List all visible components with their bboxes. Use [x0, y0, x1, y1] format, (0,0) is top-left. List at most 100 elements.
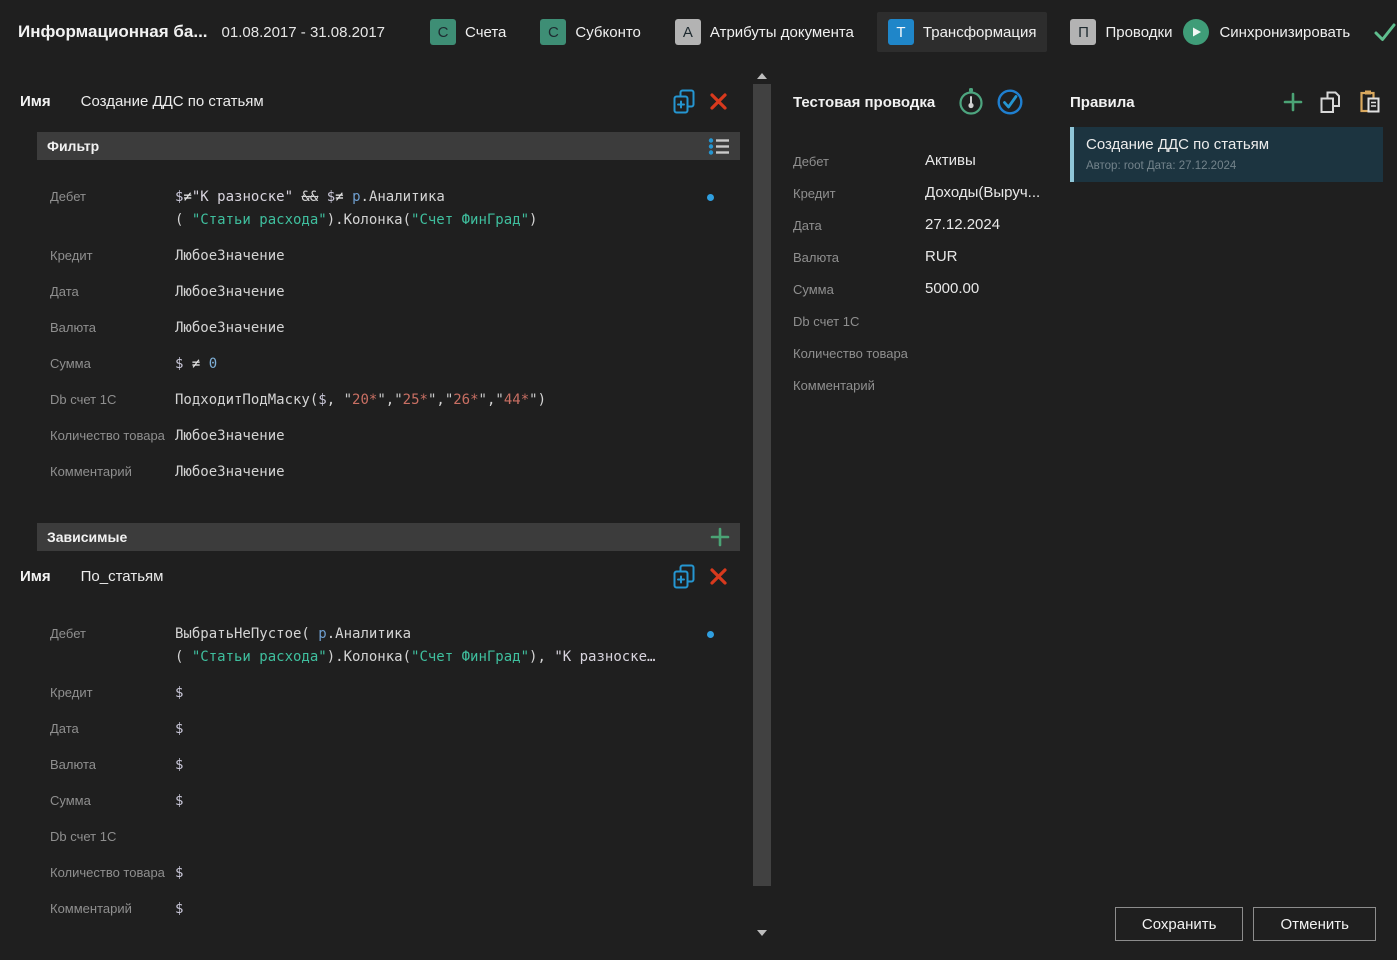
scrollbar-thumb[interactable] [753, 84, 771, 886]
rule-name-row: Имя Создание ДДС по статьям [20, 88, 728, 114]
field-дата: Дата $ [50, 712, 726, 748]
rule-item-title: Создание ДДС по статьям [1086, 136, 1371, 153]
tab-трансформация[interactable]: Т Трансформация [877, 12, 1048, 52]
field-value-input[interactable]: ЛюбоеЗначение [175, 281, 285, 304]
test-field-сумма: Сумма 5000.00 [793, 276, 1397, 308]
field-label: Db счет 1С [793, 312, 925, 329]
duplicate-rule-button[interactable] [672, 89, 696, 114]
run-test-button[interactable] [957, 87, 985, 117]
test-field-валюта: Валюта RUR [793, 244, 1397, 276]
paste-rule-button[interactable] [1357, 89, 1383, 115]
field-дебет: Дебет $≠"К разноске" && $≠ p.Аналитика( … [50, 180, 726, 239]
delete-x-icon [709, 567, 728, 586]
field-value-input[interactable]: $ [175, 682, 183, 705]
modified-dot [707, 631, 714, 638]
paste-clipboard-icon [1357, 89, 1383, 115]
field-value-input[interactable]: Активы [925, 152, 976, 169]
field-value-input[interactable]: $ [175, 754, 183, 777]
tab-badge-icon: П [1070, 19, 1096, 45]
validate-test-button[interactable] [996, 88, 1024, 116]
delete-dependent-button[interactable] [709, 567, 728, 586]
field-db-счет-1с: Db счет 1С ПодходитПодМаску($, "20*","25… [50, 383, 726, 419]
field-валюта: Валюта $ [50, 748, 726, 784]
filter-section-header[interactable]: Фильтр [37, 132, 740, 160]
field-value-input[interactable]: ЛюбоеЗначение [175, 425, 285, 448]
field-валюта: Валюта ЛюбоеЗначение [50, 311, 726, 347]
field-label: Количество товара [50, 425, 175, 443]
filter-list-button[interactable] [708, 137, 730, 156]
tab-счета[interactable]: С Счета [419, 12, 517, 52]
test-field-комментарий: Комментарий [793, 372, 1397, 404]
field-label: Комментарий [50, 898, 175, 916]
cancel-button[interactable]: Отменить [1253, 907, 1376, 941]
field-value-input[interactable]: $ ≠ 0 [175, 353, 217, 376]
delete-rule-button[interactable] [709, 92, 728, 111]
dependents-section-title: Зависимые [47, 529, 127, 545]
field-label: Дебет [50, 623, 175, 641]
scroll-down-arrow[interactable] [757, 930, 767, 936]
scroll-up-arrow[interactable] [757, 73, 767, 79]
tab-субконто[interactable]: С Субконто [529, 12, 652, 52]
field-кредит: Кредит ЛюбоеЗначение [50, 239, 726, 275]
field-label: Дата [50, 718, 175, 736]
field-label: Количество товара [50, 862, 175, 880]
duplicate-add-icon [672, 564, 696, 589]
tab-label: Атрибуты документа [710, 24, 854, 41]
field-дебет: Дебет ВыбратьНеПустое( p.Аналитика( "Ста… [50, 617, 726, 676]
sync-button[interactable]: Синхронизировать [1183, 19, 1350, 45]
test-field-db-счет-1с: Db счет 1С [793, 308, 1397, 340]
tab-атрибуты-документа[interactable]: А Атрибуты документа [664, 12, 865, 52]
modified-dot [707, 194, 714, 201]
list-icon [708, 137, 730, 156]
field-value-input[interactable]: $ [175, 718, 183, 741]
field-value-input[interactable]: ЛюбоеЗначение [175, 461, 285, 484]
field-label: Дебет [793, 152, 925, 169]
topbar: Информационная ба... 01.08.2017 - 31.08.… [0, 0, 1397, 64]
test-field-дата: Дата 27.12.2024 [793, 212, 1397, 244]
tab-проводки[interactable]: П Проводки [1059, 12, 1183, 52]
field-value-input[interactable]: 5000.00 [925, 280, 979, 297]
field-value-input[interactable]: ПодходитПодМаску($, "20*","25*","26*","4… [175, 389, 546, 412]
dependent-name-input[interactable]: По_статьям [81, 568, 164, 585]
rule-name-input[interactable]: Создание ДДС по статьям [81, 93, 264, 110]
copy-rule-button[interactable] [1318, 90, 1342, 115]
field-label: Дебет [50, 186, 175, 204]
field-value-input[interactable]: ВыбратьНеПустое( p.Аналитика( "Статьи ра… [175, 623, 655, 669]
date-range[interactable]: 01.08.2017 - 31.08.2017 [222, 24, 385, 41]
tab-badge-icon: С [430, 19, 456, 45]
dependents-section-header[interactable]: Зависимые [37, 523, 740, 551]
field-value-input[interactable]: 27.12.2024 [925, 216, 1000, 233]
add-plus-icon [710, 527, 730, 547]
field-label: Кредит [793, 184, 925, 201]
duplicate-add-icon [672, 89, 696, 114]
apply-check-button[interactable] [1372, 20, 1397, 44]
tab-label: Проводки [1105, 24, 1172, 41]
test-field-кредит: Кредит Доходы(Выруч... [793, 180, 1397, 212]
field-value-input[interactable]: $≠"К разноске" && $≠ p.Аналитика( "Стать… [175, 186, 537, 232]
save-button[interactable]: Сохранить [1115, 907, 1244, 941]
field-комментарий: Комментарий ЛюбоеЗначение [50, 455, 726, 491]
sync-icon [1183, 19, 1209, 45]
dependent-fields: Дебет ВыбратьНеПустое( p.Аналитика( "Ста… [50, 617, 726, 928]
field-комментарий: Комментарий $ [50, 892, 726, 928]
field-value-input[interactable]: $ [175, 790, 183, 813]
sync-label: Синхронизировать [1219, 24, 1350, 41]
field-value-input[interactable]: ЛюбоеЗначение [175, 317, 285, 340]
field-value-input[interactable]: Доходы(Выруч... [925, 184, 1040, 201]
field-value-input[interactable]: $ [175, 862, 183, 885]
rule-editor-panel: Имя Создание ДДС по статьям Фил [0, 64, 740, 960]
field-value-input[interactable]: ЛюбоеЗначение [175, 245, 285, 268]
field-количество-товара: Количество товара ЛюбоеЗначение [50, 419, 726, 455]
field-label: Валюта [50, 754, 175, 772]
tab-badge-icon: Т [888, 19, 914, 45]
add-dependent-button[interactable] [710, 527, 730, 547]
field-value-input[interactable]: RUR [925, 248, 958, 265]
rule-list-item[interactable]: Создание ДДС по статьям Автор: root Дата… [1070, 127, 1383, 182]
field-value-input[interactable]: $ [175, 898, 183, 921]
topbar-tabs: С Счета С Субконто А Атрибуты документа … [419, 12, 1183, 52]
tab-badge-icon: С [540, 19, 566, 45]
add-plus-icon [1283, 92, 1303, 112]
duplicate-dependent-button[interactable] [672, 564, 696, 589]
add-rule-button[interactable] [1283, 92, 1303, 112]
test-posting-title: Тестовая проводка [793, 94, 935, 111]
